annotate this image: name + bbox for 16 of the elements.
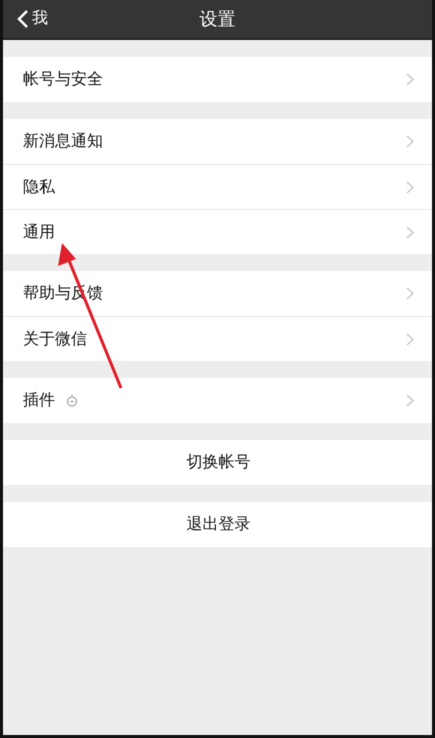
row-label: 帐号与安全 [23, 69, 103, 90]
row-label: 新消息通知 [23, 131, 103, 152]
chevron-icon [406, 180, 414, 194]
chevron-icon [406, 226, 414, 238]
chevron-icon [406, 73, 414, 86]
chevron-icon [406, 135, 414, 148]
row-label: 插件 [23, 390, 55, 411]
back-icon [17, 8, 29, 28]
screen-title: 设置 [200, 8, 236, 31]
chevron-icon [406, 287, 414, 300]
row-label: 通用 [23, 222, 55, 242]
chevron-icon [406, 394, 414, 407]
chevron-icon [406, 332, 414, 346]
back-button[interactable]: 我 [17, 8, 48, 29]
row-label: 关于微信 [23, 328, 87, 350]
row-label: 隐私 [23, 176, 55, 198]
